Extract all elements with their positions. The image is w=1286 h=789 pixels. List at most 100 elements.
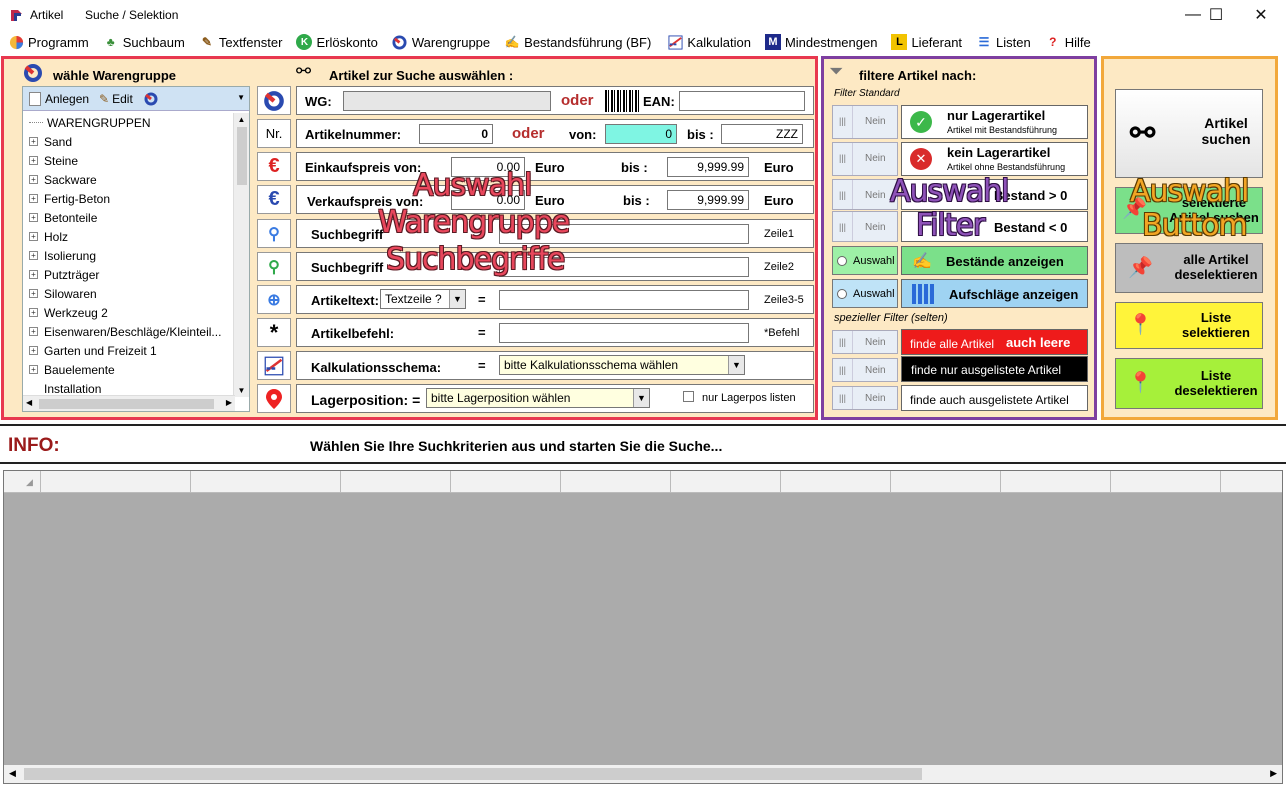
- euro-red-icon[interactable]: €: [257, 152, 291, 181]
- menu-lieferant[interactable]: L Lieferant: [891, 34, 962, 50]
- expand-icon[interactable]: +: [29, 156, 38, 165]
- expand-icon[interactable]: +: [29, 365, 38, 374]
- lager-select[interactable]: bitte Lagerposition wählen ▼: [426, 388, 650, 408]
- tree-node[interactable]: + Sackware: [23, 170, 235, 189]
- vk-to-field[interactable]: 9,999.99: [667, 190, 749, 210]
- tree-node[interactable]: + Eisenwaren/Beschläge/Kleinteil...: [23, 322, 235, 341]
- alle-artikel-deselektieren-button[interactable]: 📌 alle Artikel deselektieren: [1115, 243, 1263, 293]
- auch-ausgelistete-button[interactable]: finde auch ausgelistete Artikel: [901, 385, 1088, 411]
- tree-node[interactable]: + Silowaren: [23, 284, 235, 303]
- grid-column-header[interactable]: [1221, 471, 1282, 493]
- location-pin-icon[interactable]: [257, 384, 291, 413]
- artikeltext-select[interactable]: Textzeile ? ▼: [380, 289, 466, 309]
- expand-icon[interactable]: +: [29, 346, 38, 355]
- grid-column-header[interactable]: [451, 471, 561, 493]
- warengruppe-toolbar-button[interactable]: [143, 92, 159, 106]
- expand-icon[interactable]: +: [29, 327, 38, 336]
- menu-bestandsfuehrung[interactable]: ✍ Bestandsführung (BF): [504, 34, 652, 50]
- menu-hilfe[interactable]: ? Hilfe: [1045, 34, 1091, 50]
- tree-node[interactable]: + Betonteile: [23, 208, 235, 227]
- toolbar-dropdown-icon[interactable]: ▼: [237, 93, 245, 102]
- grid-column-header[interactable]: [781, 471, 891, 493]
- aufschlaege-anzeigen-button[interactable]: Aufschläge anzeigen: [901, 279, 1088, 308]
- grid-column-header[interactable]: [1001, 471, 1111, 493]
- asterisk-icon[interactable]: *: [257, 318, 291, 347]
- expand-icon[interactable]: +: [29, 289, 38, 298]
- ek-to-field[interactable]: 9,999.99: [667, 157, 749, 177]
- tree-root[interactable]: WARENGRUPPEN: [23, 113, 235, 132]
- ausgelistet-auch-toggle[interactable]: ||| Nein: [832, 386, 898, 410]
- bestand-pos-toggle[interactable]: ||| Nein: [832, 179, 898, 210]
- grid-column-header[interactable]: [671, 471, 781, 493]
- ausgelistet-nur-toggle[interactable]: ||| Nein: [832, 358, 898, 382]
- expand-icon[interactable]: +: [29, 175, 38, 184]
- nr-button[interactable]: Nr.: [257, 119, 291, 148]
- close-button[interactable]: ✕: [1238, 0, 1284, 30]
- grid-column-header[interactable]: [561, 471, 671, 493]
- tree-node[interactable]: + Werkzeug 2: [23, 303, 235, 322]
- wg-field[interactable]: [343, 91, 551, 111]
- menu-textfenster[interactable]: ✎ Textfenster: [199, 34, 283, 50]
- lager-toggle[interactable]: ||| Nein: [832, 105, 898, 139]
- artikelnummer-field[interactable]: 0: [419, 124, 493, 144]
- grid-column-header[interactable]: [1111, 471, 1221, 493]
- menu-warengruppe[interactable]: Warengruppe: [392, 34, 490, 50]
- liste-selektieren-button[interactable]: 📍 Liste selektieren: [1115, 302, 1263, 349]
- artikeltext-field[interactable]: [499, 290, 749, 310]
- menu-kalkulation[interactable]: Kalkulation: [667, 34, 751, 50]
- grid-column-header[interactable]: [41, 471, 191, 493]
- menu-erloeskonto[interactable]: K Erlöskonto: [296, 34, 378, 50]
- expand-icon[interactable]: +: [29, 308, 38, 317]
- euro-blue-icon[interactable]: €: [257, 185, 291, 214]
- expand-icon[interactable]: +: [29, 137, 38, 146]
- lager-checkbox[interactable]: [683, 391, 694, 402]
- results-grid[interactable]: ◢ ◀ ▶: [3, 470, 1283, 784]
- kalk-select[interactable]: bitte Kalkulationsschema wählen ▼: [499, 355, 745, 375]
- bestand-neg-toggle[interactable]: ||| Nein: [832, 211, 898, 242]
- grid-column-header[interactable]: [891, 471, 1001, 493]
- nur-ausgelistete-button[interactable]: finde nur ausgelistete Artikel: [901, 356, 1088, 382]
- search-plus-icon[interactable]: ⚲: [257, 252, 291, 281]
- expand-icon[interactable]: +: [29, 213, 38, 222]
- grid-column-header[interactable]: [341, 471, 451, 493]
- alle-artikel-toggle[interactable]: ||| Nein: [832, 330, 898, 354]
- artikelbefehl-field[interactable]: [499, 323, 749, 343]
- zoom-icon[interactable]: ⊕: [257, 285, 291, 314]
- nur-lagerartikel-button[interactable]: ✓ nur Lagerartikel Artikel mit Bestandsf…: [901, 105, 1088, 139]
- kein-lager-toggle[interactable]: ||| Nein: [832, 142, 898, 176]
- menu-mindestmengen[interactable]: M Mindestmengen: [764, 34, 877, 50]
- artikel-suchen-button[interactable]: ⚯ Artikel suchen: [1115, 89, 1263, 178]
- tree-node[interactable]: + Bauelemente: [23, 360, 235, 379]
- alle-artikel-button[interactable]: finde alle Artikel auch leere: [901, 329, 1088, 355]
- menu-programm[interactable]: Programm: [8, 34, 89, 50]
- bis-field[interactable]: ZZZ: [721, 124, 803, 144]
- tree-horizontal-scrollbar[interactable]: ◀ ▶: [23, 395, 235, 411]
- maximize-button[interactable]: ☐: [1193, 0, 1239, 30]
- tree-node[interactable]: + Fertig-Beton: [23, 189, 235, 208]
- menu-suchbaum[interactable]: ♣ Suchbaum: [103, 34, 185, 50]
- bestaende-anzeigen-button[interactable]: ✍ Bestände anzeigen: [901, 246, 1088, 275]
- bestaende-radio[interactable]: Auswahl: [832, 246, 898, 275]
- von-field[interactable]: 0: [605, 124, 677, 144]
- liste-deselektieren-button[interactable]: 📍 Liste deselektieren: [1115, 358, 1263, 409]
- tree-node[interactable]: + Holz: [23, 227, 235, 246]
- tree-node[interactable]: + Putzträger: [23, 265, 235, 284]
- ean-field[interactable]: [679, 91, 805, 111]
- tree-node[interactable]: + Sand: [23, 132, 235, 151]
- grid-corner[interactable]: ◢: [4, 471, 41, 493]
- tree-node[interactable]: + Isolierung: [23, 246, 235, 265]
- grid-column-header[interactable]: [191, 471, 341, 493]
- menu-listen[interactable]: ☰ Listen: [976, 34, 1031, 50]
- tree-node[interactable]: + Steine: [23, 151, 235, 170]
- expand-icon[interactable]: +: [29, 232, 38, 241]
- aufschlaege-radio[interactable]: Auswahl: [832, 279, 898, 308]
- expand-icon[interactable]: +: [29, 270, 38, 279]
- expand-icon[interactable]: +: [29, 194, 38, 203]
- grid-horizontal-scrollbar[interactable]: ◀ ▶: [4, 765, 1282, 783]
- search-icon[interactable]: ⚲: [257, 219, 291, 248]
- calc-icon[interactable]: [257, 351, 291, 380]
- warengruppe-select-button[interactable]: [257, 86, 291, 115]
- add-button[interactable]: Anlegen: [29, 91, 89, 106]
- tree-node[interactable]: + Garten und Freizeit 1: [23, 341, 235, 360]
- edit-button[interactable]: ✎ Edit: [99, 92, 133, 106]
